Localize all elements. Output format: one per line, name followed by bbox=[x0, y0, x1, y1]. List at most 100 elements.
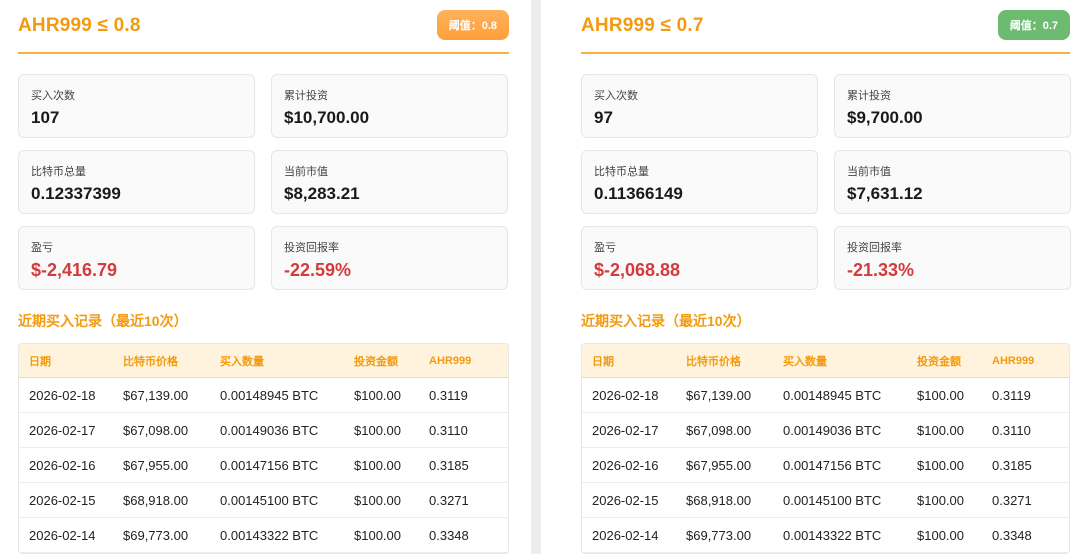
cell-amount: 0.00145100 BTC bbox=[783, 492, 882, 508]
cell-date: 2026-02-16 bbox=[29, 457, 96, 473]
panel-title: AHR999 ≤ 0.7 bbox=[581, 15, 704, 36]
stat-label: 累计投资 bbox=[284, 90, 328, 102]
stat-label: 买入次数 bbox=[594, 90, 638, 102]
stat-card-pnl: 盈亏 $-2,416.79 bbox=[18, 226, 255, 290]
cell-invest: $100.00 bbox=[354, 387, 401, 403]
cell-price: $68,918.00 bbox=[686, 492, 752, 508]
panel-divider bbox=[531, 0, 541, 554]
cell-amount: 0.00149036 BTC bbox=[783, 422, 882, 438]
stat-card-pnl: 盈亏 $-2,068.88 bbox=[581, 226, 818, 290]
table-header: 日期 比特币价格 买入数量 投资金额 AHR999 bbox=[582, 344, 1069, 378]
panel-title: AHR999 ≤ 0.8 bbox=[18, 15, 141, 36]
stat-value: $-2,068.88 bbox=[594, 260, 681, 280]
table-row: 2026-02-18 $67,139.00 0.00148945 BTC $10… bbox=[19, 378, 508, 413]
stat-label: 投资回报率 bbox=[284, 242, 339, 254]
table-row: 2026-02-18 $67,139.00 0.00148945 BTC $10… bbox=[582, 378, 1069, 413]
cell-ahr999: 0.3348 bbox=[429, 527, 469, 543]
table-row: 2026-02-16 $67,955.00 0.00147156 BTC $10… bbox=[582, 448, 1069, 483]
cell-date: 2026-02-18 bbox=[29, 387, 96, 403]
col-btc-price: 比特币价格 bbox=[123, 355, 178, 368]
cell-ahr999: 0.3271 bbox=[992, 492, 1032, 508]
strategy-panel-07: AHR999 ≤ 0.7 阈值：0.7 买入次数 97 累计投资 $9,700.… bbox=[541, 0, 1080, 554]
table-row: 2026-02-15 $68,918.00 0.00145100 BTC $10… bbox=[582, 483, 1069, 518]
cell-invest: $100.00 bbox=[917, 492, 964, 508]
stat-card-total-invest: 累计投资 $9,700.00 bbox=[834, 74, 1071, 138]
stat-value: 107 bbox=[31, 108, 60, 127]
table-row: 2026-02-15 $68,918.00 0.00145100 BTC $10… bbox=[19, 483, 508, 518]
table-header: 日期 比特币价格 买入数量 投资金额 AHR999 bbox=[19, 344, 508, 378]
stat-value: $10,700.00 bbox=[284, 108, 370, 127]
cell-amount: 0.00148945 BTC bbox=[220, 387, 319, 403]
stat-value: $8,283.21 bbox=[284, 184, 360, 203]
stat-label: 当前市值 bbox=[847, 166, 891, 178]
col-ahr999: AHR999 bbox=[992, 354, 1035, 367]
cell-invest: $100.00 bbox=[917, 457, 964, 473]
col-invest: 投资金额 bbox=[354, 355, 398, 368]
cell-ahr999: 0.3348 bbox=[992, 527, 1032, 543]
stat-label: 比特币总量 bbox=[594, 166, 649, 178]
strategy-panel-08: AHR999 ≤ 0.8 阈值：0.8 买入次数 107 累计投资 $10,70… bbox=[0, 0, 531, 554]
cell-ahr999: 0.3185 bbox=[992, 457, 1032, 473]
purchase-table: 日期 比特币价格 买入数量 投资金额 AHR999 2026-02-18 $67… bbox=[581, 343, 1070, 554]
cell-price: $67,098.00 bbox=[123, 422, 189, 438]
cell-amount: 0.00149036 BTC bbox=[220, 422, 319, 438]
threshold-badge: 阈值：0.7 bbox=[997, 10, 1070, 40]
cell-invest: $100.00 bbox=[354, 422, 401, 438]
cell-amount: 0.00148945 BTC bbox=[783, 387, 882, 403]
cell-invest: $100.00 bbox=[354, 492, 401, 508]
col-invest: 投资金额 bbox=[917, 355, 961, 368]
cell-amount: 0.00143322 BTC bbox=[783, 527, 882, 543]
stat-card-btc-total: 比特币总量 0.12337399 bbox=[18, 150, 255, 214]
cell-date: 2026-02-14 bbox=[29, 527, 96, 543]
table-row: 2026-02-17 $67,098.00 0.00149036 BTC $10… bbox=[19, 413, 508, 448]
cell-ahr999: 0.3110 bbox=[429, 422, 468, 438]
cell-ahr999: 0.3271 bbox=[429, 492, 469, 508]
stat-label: 比特币总量 bbox=[31, 166, 86, 178]
stats-grid: 买入次数 107 累计投资 $10,700.00 比特币总量 0.1233739… bbox=[18, 74, 509, 290]
cell-amount: 0.00143322 BTC bbox=[220, 527, 319, 543]
cell-amount: 0.00147156 BTC bbox=[783, 457, 882, 473]
stat-value: 97 bbox=[594, 108, 613, 127]
stat-value: $9,700.00 bbox=[847, 108, 923, 127]
table-row: 2026-02-14 $69,773.00 0.00143322 BTC $10… bbox=[19, 518, 508, 553]
cell-price: $67,955.00 bbox=[123, 457, 189, 473]
section-title: 近期买入记录（最近10次） bbox=[18, 313, 188, 329]
cell-date: 2026-02-18 bbox=[592, 387, 659, 403]
cell-invest: $100.00 bbox=[917, 422, 964, 438]
stat-value: $-2,416.79 bbox=[31, 260, 118, 280]
cell-amount: 0.00145100 BTC bbox=[220, 492, 319, 508]
cell-price: $67,139.00 bbox=[686, 387, 752, 403]
section-title: 近期买入记录（最近10次） bbox=[581, 313, 751, 329]
cell-price: $67,139.00 bbox=[123, 387, 189, 403]
table-row: 2026-02-16 $67,955.00 0.00147156 BTC $10… bbox=[19, 448, 508, 483]
stat-value: 0.11366149 bbox=[594, 184, 683, 203]
cell-invest: $100.00 bbox=[917, 527, 964, 543]
panel-header: AHR999 ≤ 0.8 阈值：0.8 bbox=[18, 0, 509, 54]
stats-grid: 买入次数 97 累计投资 $9,700.00 比特币总量 0.11366149 … bbox=[581, 74, 1071, 290]
stat-label: 当前市值 bbox=[284, 166, 328, 178]
col-buy-amount: 买入数量 bbox=[783, 355, 827, 368]
panel-header: AHR999 ≤ 0.7 阈值：0.7 bbox=[581, 0, 1070, 54]
cell-date: 2026-02-16 bbox=[592, 457, 659, 473]
stat-card-buy-count: 买入次数 97 bbox=[581, 74, 818, 138]
col-date: 日期 bbox=[29, 355, 51, 368]
cell-date: 2026-02-15 bbox=[29, 492, 96, 508]
cell-price: $67,098.00 bbox=[686, 422, 752, 438]
col-ahr999: AHR999 bbox=[429, 354, 472, 367]
purchase-table: 日期 比特币价格 买入数量 投资金额 AHR999 2026-02-18 $67… bbox=[18, 343, 509, 554]
cell-price: $68,918.00 bbox=[123, 492, 189, 508]
stat-label: 投资回报率 bbox=[847, 242, 902, 254]
stat-card-total-invest: 累计投资 $10,700.00 bbox=[271, 74, 508, 138]
cell-ahr999: 0.3110 bbox=[992, 422, 1031, 438]
cell-date: 2026-02-17 bbox=[29, 422, 96, 438]
stat-card-roi: 投资回报率 -21.33% bbox=[834, 226, 1071, 290]
cell-ahr999: 0.3185 bbox=[429, 457, 469, 473]
stat-label: 盈亏 bbox=[594, 242, 616, 254]
cell-price: $69,773.00 bbox=[123, 527, 189, 543]
cell-ahr999: 0.3119 bbox=[992, 387, 1031, 403]
stat-card-roi: 投资回报率 -22.59% bbox=[271, 226, 508, 290]
cell-date: 2026-02-15 bbox=[592, 492, 659, 508]
cell-invest: $100.00 bbox=[917, 387, 964, 403]
cell-ahr999: 0.3119 bbox=[429, 387, 468, 403]
table-row: 2026-02-17 $67,098.00 0.00149036 BTC $10… bbox=[582, 413, 1069, 448]
